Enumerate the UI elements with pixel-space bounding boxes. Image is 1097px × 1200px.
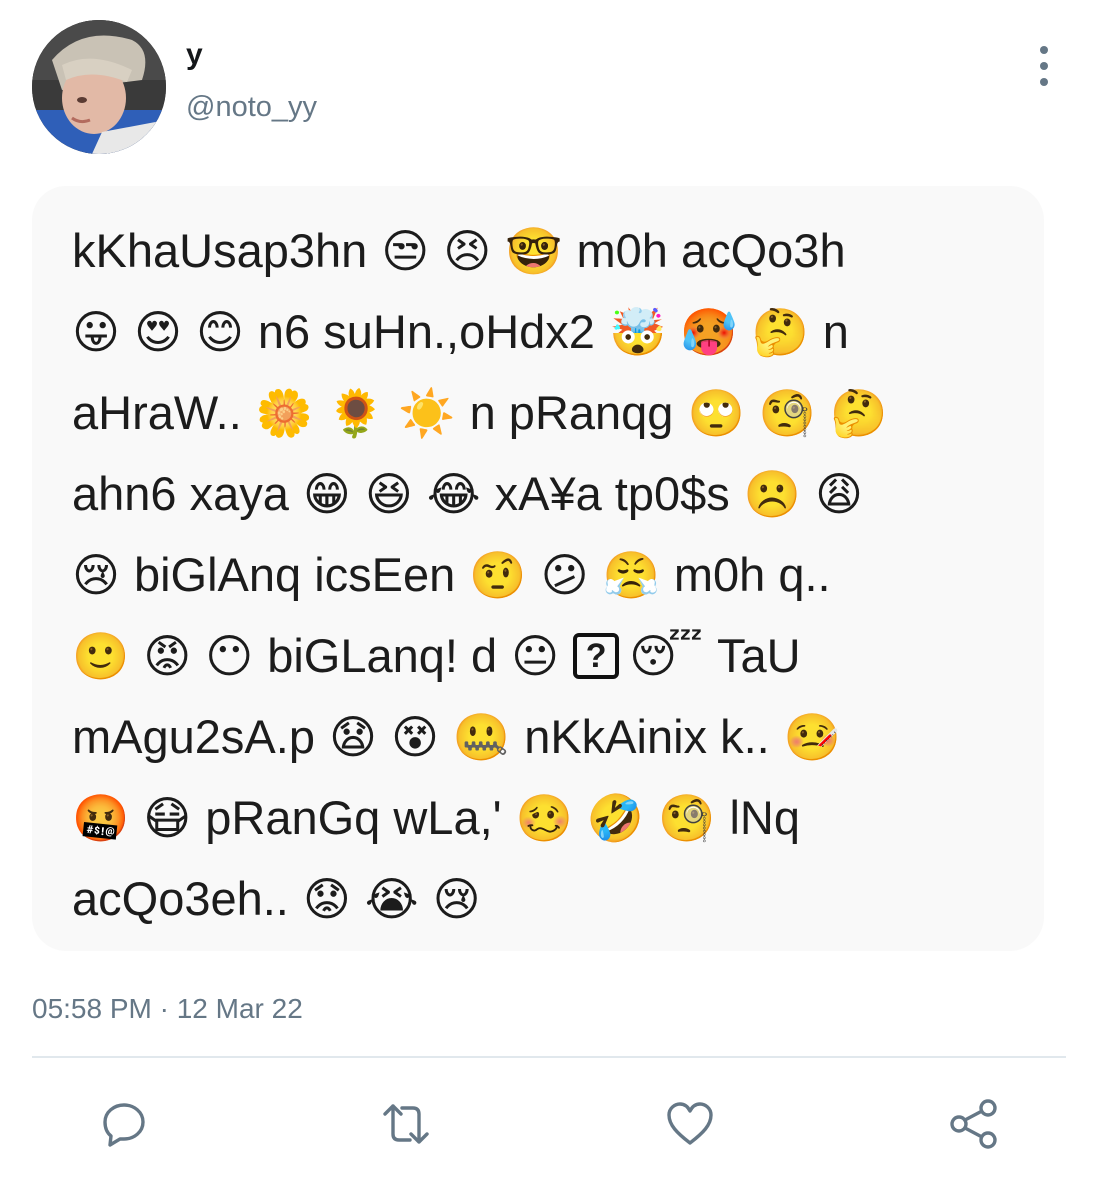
emoji-icon: 😣	[443, 224, 492, 278]
heart-icon[interactable]	[664, 1098, 716, 1150]
emoji-icon: 🤔	[830, 386, 888, 440]
emoji-icon: 😒	[381, 224, 430, 278]
emoji-icon: 😩	[815, 467, 864, 521]
image-text-line: 🙂 😡 😶 biGLanq! d 😐? 😴 TaU	[72, 617, 815, 695]
user-handle[interactable]: @noto_yy	[186, 90, 317, 124]
image-text-line: 😢 biGlAnq icsEen 🤨 😕 😤 m0h q..	[72, 536, 845, 614]
emoji-icon: 🌻	[327, 386, 385, 440]
emoji-icon: 🥵	[680, 305, 738, 359]
tweet-timestamp[interactable]: 05:58 PM · 12 Mar 22	[32, 992, 303, 1026]
image-text: n6 suHn.,oHdx2	[257, 305, 595, 358]
image-text: biGlAnq icsEen	[133, 548, 456, 601]
emoji-icon: 😐	[511, 629, 560, 683]
emoji-icon: 🤨	[469, 548, 527, 602]
emoji-icon: 😧	[328, 710, 377, 764]
image-text: n pRanqg	[469, 386, 674, 439]
emoji-icon: 😷	[143, 791, 192, 845]
image-text-line: ahn6 xaya 😁 😆 😂 xA¥a tp0$s ☹️ 😩	[72, 455, 877, 533]
emoji-icon: 😵	[390, 710, 439, 764]
question-box-icon: ?	[573, 633, 620, 679]
emoji-icon: 😍	[133, 305, 182, 359]
emoji-icon: 🥴	[515, 791, 573, 845]
emoji-icon: 🤬	[72, 791, 130, 845]
image-text: mAgu2sA.p	[72, 710, 315, 763]
emoji-icon: 😆	[364, 467, 413, 521]
emoji-icon: 😤	[602, 548, 660, 602]
image-text: nKkAinix k..	[524, 710, 770, 763]
tweet-detail: y @noto_yy kKhaUsap3hn 😒 😣 🤓 m0h acQo3h 😛 😍 😊 n6…	[0, 0, 1097, 1200]
dot	[1040, 46, 1048, 54]
image-text: xA¥a tp0$s	[494, 467, 730, 520]
avatar[interactable]	[32, 20, 166, 154]
emoji-icon: 😴	[629, 629, 703, 683]
image-text-line: mAgu2sA.p 😧 😵 🤐 nKkAinix k.. 🤒	[72, 698, 855, 776]
emoji-icon: 😟	[302, 872, 351, 926]
emoji-icon: 🤣	[586, 791, 645, 845]
emoji-icon: 😢	[432, 872, 481, 926]
emoji-icon: 🧐	[758, 386, 817, 440]
image-text: biGLanq! d	[267, 629, 498, 682]
emoji-icon: 🤒	[783, 710, 842, 764]
retweet-icon[interactable]	[380, 1098, 432, 1150]
image-text-line: 😛 😍 😊 n6 suHn.,oHdx2 🤯 🥵 🤔 n	[72, 293, 863, 371]
image-text: lNq	[729, 791, 800, 844]
emoji-icon: 😁	[302, 467, 351, 521]
image-text: m0h acQo3h	[576, 224, 846, 277]
emoji-icon: 🙂	[72, 629, 130, 683]
emoji-icon: 🤐	[452, 710, 511, 764]
image-text: pRanGq wLa,'	[205, 791, 502, 844]
emoji-icon: 😭	[364, 872, 419, 926]
emoji-icon: 😊	[195, 305, 244, 359]
emoji-icon: 🤯	[608, 305, 667, 359]
emoji-icon: 😕	[540, 548, 589, 602]
share-icon[interactable]	[948, 1098, 1000, 1150]
image-text: aHraW..	[72, 386, 242, 439]
emoji-icon: 😛	[72, 305, 120, 359]
display-name[interactable]: y	[186, 38, 203, 72]
image-text: TaU	[716, 629, 801, 682]
dot	[1040, 78, 1048, 86]
emoji-icon: 🌼	[255, 386, 314, 440]
image-text: n	[822, 305, 849, 358]
emoji-icon: 😡	[143, 629, 192, 683]
avatar-image	[32, 20, 166, 154]
emoji-icon: 🤔	[751, 305, 809, 359]
tweet-image[interactable]: kKhaUsap3hn 😒 😣 🤓 m0h acQo3h 😛 😍 😊 n6 suHn.,oHdx…	[32, 186, 1044, 951]
image-text: ahn6 xaya	[72, 467, 289, 520]
emoji-icon: 😢	[72, 548, 120, 602]
image-text: kKhaUsap3hn	[72, 224, 368, 277]
more-options-icon[interactable]	[1024, 42, 1064, 90]
emoji-icon: 😂	[426, 467, 481, 521]
dot	[1040, 62, 1048, 70]
image-text: acQo3eh..	[72, 872, 289, 925]
emoji-icon: 🤓	[505, 224, 563, 278]
emoji-icon: ☹️	[743, 467, 802, 521]
image-text-line: aHraW.. 🌼 🌻 ☀️ n pRanqg 🙄 🧐 🤔	[72, 374, 901, 452]
emoji-icon: 😶	[205, 629, 254, 683]
image-text-line: 🤬 😷 pRanGq wLa,' 🥴 🤣 🧐 lNq	[72, 779, 814, 857]
reply-icon[interactable]	[98, 1098, 150, 1150]
image-text-line: acQo3eh.. 😟 😭 😢	[72, 860, 495, 938]
divider	[32, 1056, 1066, 1058]
emoji-icon: 🙄	[687, 386, 745, 440]
emoji-icon: ☀️	[398, 386, 456, 440]
image-text: m0h q..	[673, 548, 831, 601]
emoji-icon: 🧐	[658, 791, 716, 845]
image-text-line: kKhaUsap3hn 😒 😣 🤓 m0h acQo3h	[72, 212, 860, 290]
